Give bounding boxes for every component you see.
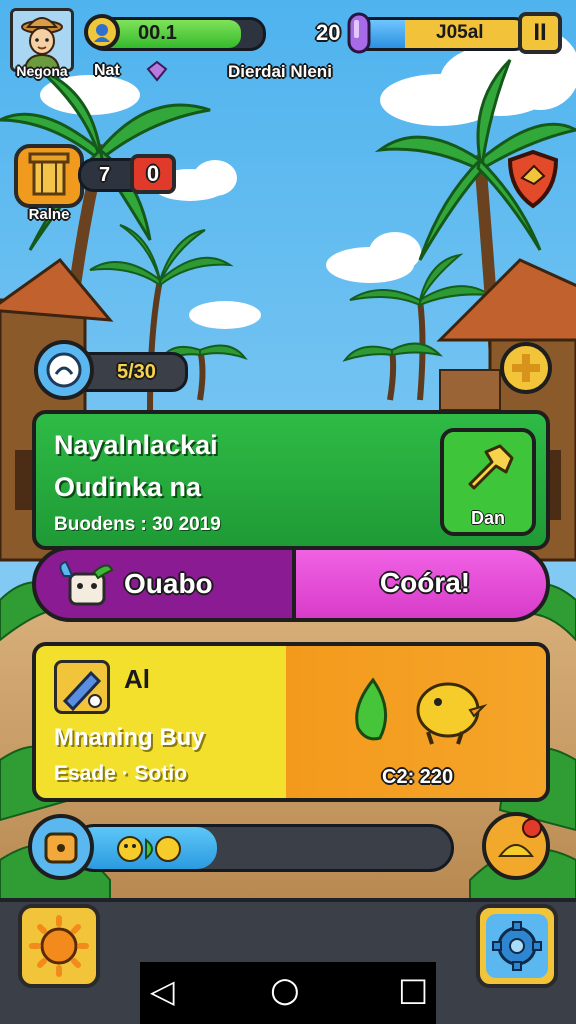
settings-button[interactable] <box>476 904 558 988</box>
shop-button[interactable] <box>14 144 84 208</box>
avatar-name: Negona <box>16 63 68 79</box>
offer-line2: Esade · Sotio <box>54 762 188 785</box>
shop-label: Ralne <box>28 206 70 223</box>
quest-title: Nayalnlackai <box>54 430 218 460</box>
leaf-icon <box>346 676 400 746</box>
add-button[interactable] <box>500 342 552 394</box>
recent-apps-button[interactable]: □ <box>398 970 428 1008</box>
alert-badge[interactable]: 0 <box>130 154 176 194</box>
offer-line1: Mnaning Buy <box>54 724 205 751</box>
potion-icon <box>344 10 374 56</box>
pause-icon: II <box>533 19 547 46</box>
quest-action-button[interactable]: Dan <box>440 428 536 536</box>
gear-icon <box>486 914 548 978</box>
shop-count: 7 <box>99 164 111 186</box>
chick-icon <box>408 670 490 750</box>
offer-card: Al Mnaning Buy Esade · Sotio C2: 220 <box>32 642 550 802</box>
explorer-portrait-icon <box>13 11 71 69</box>
plus-icon <box>512 354 540 382</box>
crate-icon <box>28 152 70 196</box>
level-number: 20 <box>316 20 341 45</box>
sun-icon <box>29 915 89 977</box>
offer-timer: C2: 220 <box>382 766 454 788</box>
coin-icons <box>116 832 186 866</box>
pencil-icon <box>54 660 110 714</box>
currency-value: J05al <box>436 22 484 43</box>
home-button[interactable]: ○ <box>270 970 300 1010</box>
system-nav-bar: ◁ ○ □ <box>140 962 436 1024</box>
player-label: Nat <box>94 62 120 79</box>
backpack-button[interactable] <box>28 814 94 880</box>
xp-value: 00.1 <box>138 22 177 44</box>
energy-icon[interactable] <box>34 340 94 400</box>
quest-card: Nayalnlackai Oudinka na Buodens : 30 201… <box>32 410 550 550</box>
gem-icon <box>146 60 168 82</box>
quest-action-label: Dan <box>470 508 505 528</box>
bonus-button[interactable] <box>482 812 550 880</box>
chest-icon <box>498 818 542 857</box>
offer-title: Al <box>124 664 150 694</box>
wrench-icon <box>468 444 514 490</box>
split-right-button[interactable]: Coóra! <box>292 550 546 618</box>
quest-date: Buodens : 30 2019 <box>54 514 221 535</box>
shield-icon[interactable] <box>504 148 562 210</box>
alert-count: 0 <box>146 161 160 186</box>
sun-button[interactable] <box>18 904 100 988</box>
xp-badge-icon <box>84 14 120 50</box>
menu-label: Dierdai Nleni <box>228 62 332 81</box>
pause-button[interactable]: II <box>518 12 562 54</box>
back-button[interactable]: ◁ <box>150 972 175 1010</box>
energy-value: 5/30 <box>117 361 156 383</box>
split-right-label: Coóra! <box>379 567 471 598</box>
quest-subtitle: Oudinka na <box>54 472 202 502</box>
split-left-label: Ouabo <box>124 568 213 599</box>
split-panel: Ouabo Coóra! <box>32 546 550 622</box>
backpack-icon <box>44 832 78 864</box>
character-icon <box>50 556 120 616</box>
